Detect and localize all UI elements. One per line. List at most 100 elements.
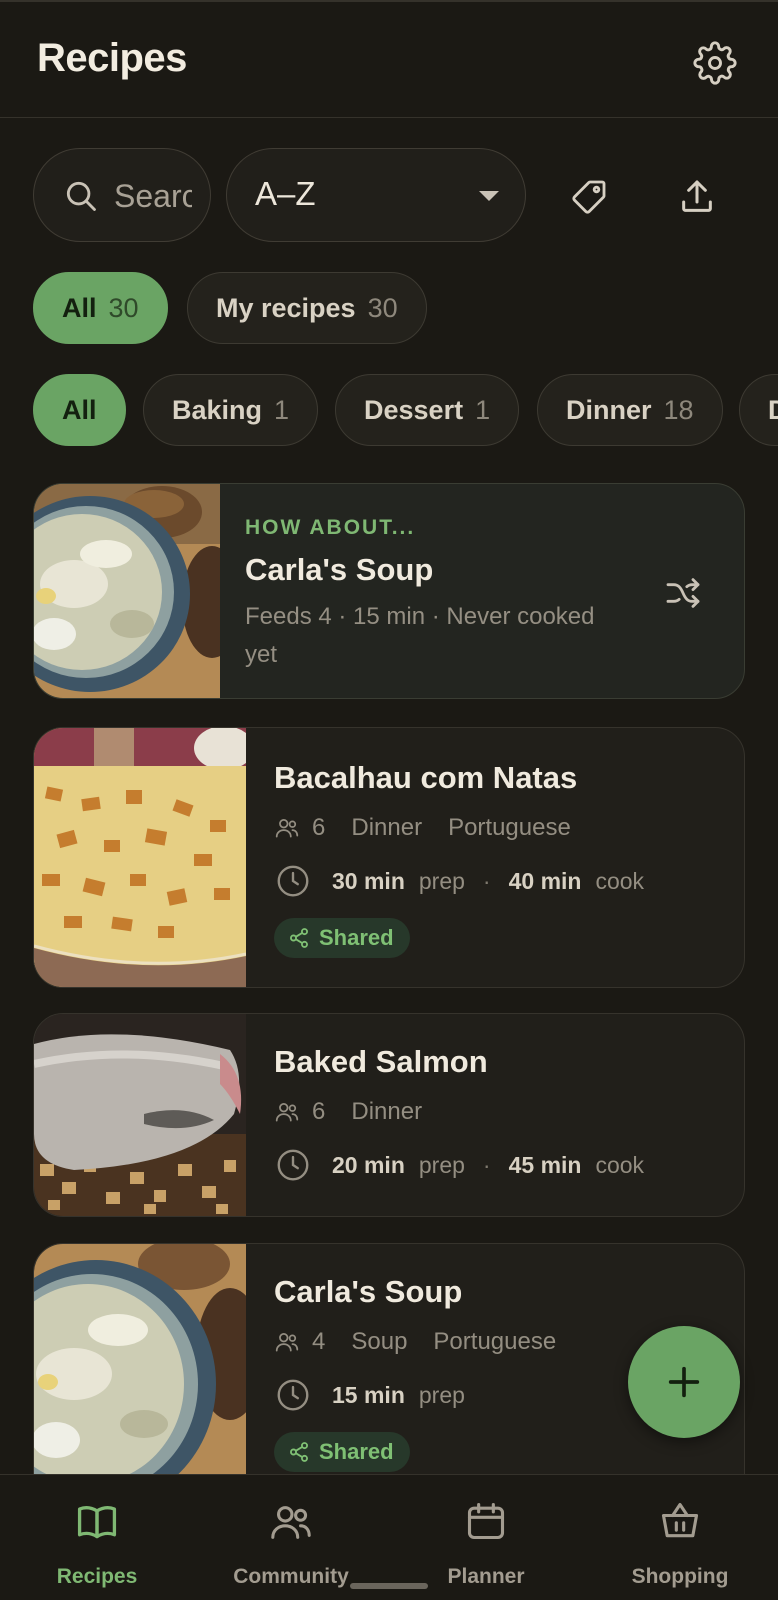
clock-icon: [277, 1149, 309, 1181]
cook-label: cook: [595, 1151, 645, 1178]
clock-icon: [277, 865, 309, 897]
prep-label: prep: [418, 867, 465, 894]
nav-label: Recipes: [56, 1565, 138, 1588]
servings: 4: [312, 1328, 326, 1355]
people-icon: [275, 1333, 299, 1352]
recipe-card-bacalhau[interactable]: Bacalhau com Natas 6 Dinner Portuguese 3…: [33, 727, 745, 988]
recipe-tag: Portuguese: [433, 1328, 557, 1355]
cook-label: cook: [595, 867, 645, 894]
chip-count: 30: [108, 292, 139, 323]
prep-time: 15 min: [332, 1381, 405, 1408]
recipe-title: Carla's Soup: [274, 1274, 463, 1309]
nav-label: Shopping: [631, 1565, 729, 1588]
suggestion-eyebrow: HOW ABOUT...: [245, 516, 416, 539]
recipe-meta: 6 Dinner: [274, 1098, 422, 1126]
page-title: Recipes: [37, 36, 187, 80]
nav-planner[interactable]: Planner: [391, 1475, 581, 1600]
recipe-meta: 4 Soup Portuguese: [274, 1328, 556, 1356]
chip-count: 1: [475, 394, 491, 425]
prep-label: prep: [418, 1381, 465, 1408]
chip-label: Dinner: [566, 394, 652, 425]
nav-community[interactable]: Community: [196, 1475, 386, 1600]
servings: 6: [312, 1098, 326, 1125]
recipe-title: Baked Salmon: [274, 1044, 488, 1079]
recipe-times: 15 min prep: [274, 1376, 465, 1414]
recipe-meta: 6 Dinner Portuguese: [274, 814, 571, 842]
separator-dot: ·: [482, 867, 491, 894]
salmon-photo: [34, 1014, 246, 1216]
tags-button[interactable]: [562, 170, 616, 224]
gear-icon: [693, 41, 737, 85]
export-button[interactable]: [670, 170, 724, 224]
recipe-title: Bacalhau com Natas: [274, 760, 578, 795]
separator-dot: ·: [482, 1151, 491, 1178]
soup-photo: [34, 484, 220, 698]
toolbar: A–Z: [0, 148, 778, 244]
filter-chip-my-recipes[interactable]: My recipes 30: [187, 272, 427, 344]
category-chip-all[interactable]: All: [33, 374, 126, 446]
book-icon: [77, 1506, 117, 1539]
settings-button[interactable]: [688, 36, 742, 90]
shared-badge: Shared: [274, 918, 410, 958]
tag-icon: [572, 180, 606, 214]
chip-label: Baking: [172, 394, 263, 425]
recipe-card-baked-salmon[interactable]: Baked Salmon 6 Dinner 20 min prep · 45 m…: [33, 1013, 745, 1217]
shared-badge: Shared: [274, 1432, 410, 1472]
recipe-times: 20 min prep · 45 min cook: [274, 1146, 644, 1184]
add-recipe-button[interactable]: [628, 1326, 740, 1438]
category-chip-row: All Baking 1 Dessert 1 Dinner 18 D: [0, 373, 778, 447]
recipe-times: 30 min prep · 40 min cook: [274, 862, 644, 900]
nav-recipes[interactable]: Recipes: [2, 1475, 192, 1600]
category-chip-baking[interactable]: Baking 1: [143, 374, 319, 446]
home-indicator: [350, 1583, 428, 1589]
people-icon: [275, 1103, 299, 1122]
recipe-tag: Portuguese: [448, 814, 571, 841]
chip-label: Dessert: [364, 394, 464, 425]
search-input[interactable]: [114, 173, 192, 219]
suggestion-card[interactable]: HOW ABOUT... Carla's Soup Feeds 4 · 15 m…: [33, 483, 745, 699]
category-chip-dinner[interactable]: Dinner 18: [537, 374, 723, 446]
cook-time: 45 min: [508, 1151, 582, 1178]
suggestion-title: Carla's Soup: [245, 552, 434, 587]
people-icon: [275, 819, 299, 838]
servings: 6: [312, 814, 326, 841]
search-icon: [66, 181, 96, 211]
chip-label: All: [62, 292, 97, 323]
chip-count: 30: [367, 292, 398, 323]
soup-photo: [34, 1244, 246, 1504]
chip-label: My recipes: [216, 292, 356, 323]
recipe-tag: Dinner: [351, 1098, 423, 1125]
shuffle-icon: [666, 578, 700, 608]
share-icon: [290, 928, 308, 948]
prep-label: prep: [418, 1151, 465, 1178]
chip-label: All: [62, 394, 97, 425]
dropdown-caret-icon: [479, 191, 499, 201]
category-chip-dessert[interactable]: Dessert 1: [335, 374, 520, 446]
suggestion-meta: Feeds 4 · 15 min · Never cooked yet: [245, 603, 595, 668]
sort-select[interactable]: A–Z: [226, 148, 526, 242]
chip-label: D: [768, 394, 778, 425]
recipe-tag: Dinner: [351, 814, 423, 841]
chip-count: 1: [274, 394, 290, 425]
prep-time: 30 min: [332, 867, 405, 894]
plus-icon: [668, 1366, 700, 1398]
sort-value: A–Z: [255, 175, 316, 212]
search-box[interactable]: [33, 148, 211, 242]
shared-label: Shared: [319, 925, 394, 950]
calendar-icon: [467, 1502, 505, 1540]
basket-icon: [661, 1502, 699, 1538]
chip-count: 18: [663, 394, 694, 425]
people-icon: [271, 1506, 311, 1539]
bottom-navigation: Recipes Community Planner Shopping: [0, 1474, 778, 1600]
nav-shopping[interactable]: Shopping: [585, 1475, 775, 1600]
prep-time: 20 min: [332, 1151, 405, 1178]
share-icon: [290, 1442, 308, 1462]
shared-label: Shared: [319, 1439, 394, 1464]
app-header: Recipes: [0, 0, 778, 118]
filter-chip-all[interactable]: All 30: [33, 272, 168, 344]
recipe-tag: Soup: [351, 1328, 408, 1355]
bacalhau-photo: [34, 728, 246, 987]
category-chip-partial[interactable]: D: [739, 374, 778, 446]
upload-icon: [682, 180, 712, 212]
shuffle-button[interactable]: [658, 568, 708, 618]
